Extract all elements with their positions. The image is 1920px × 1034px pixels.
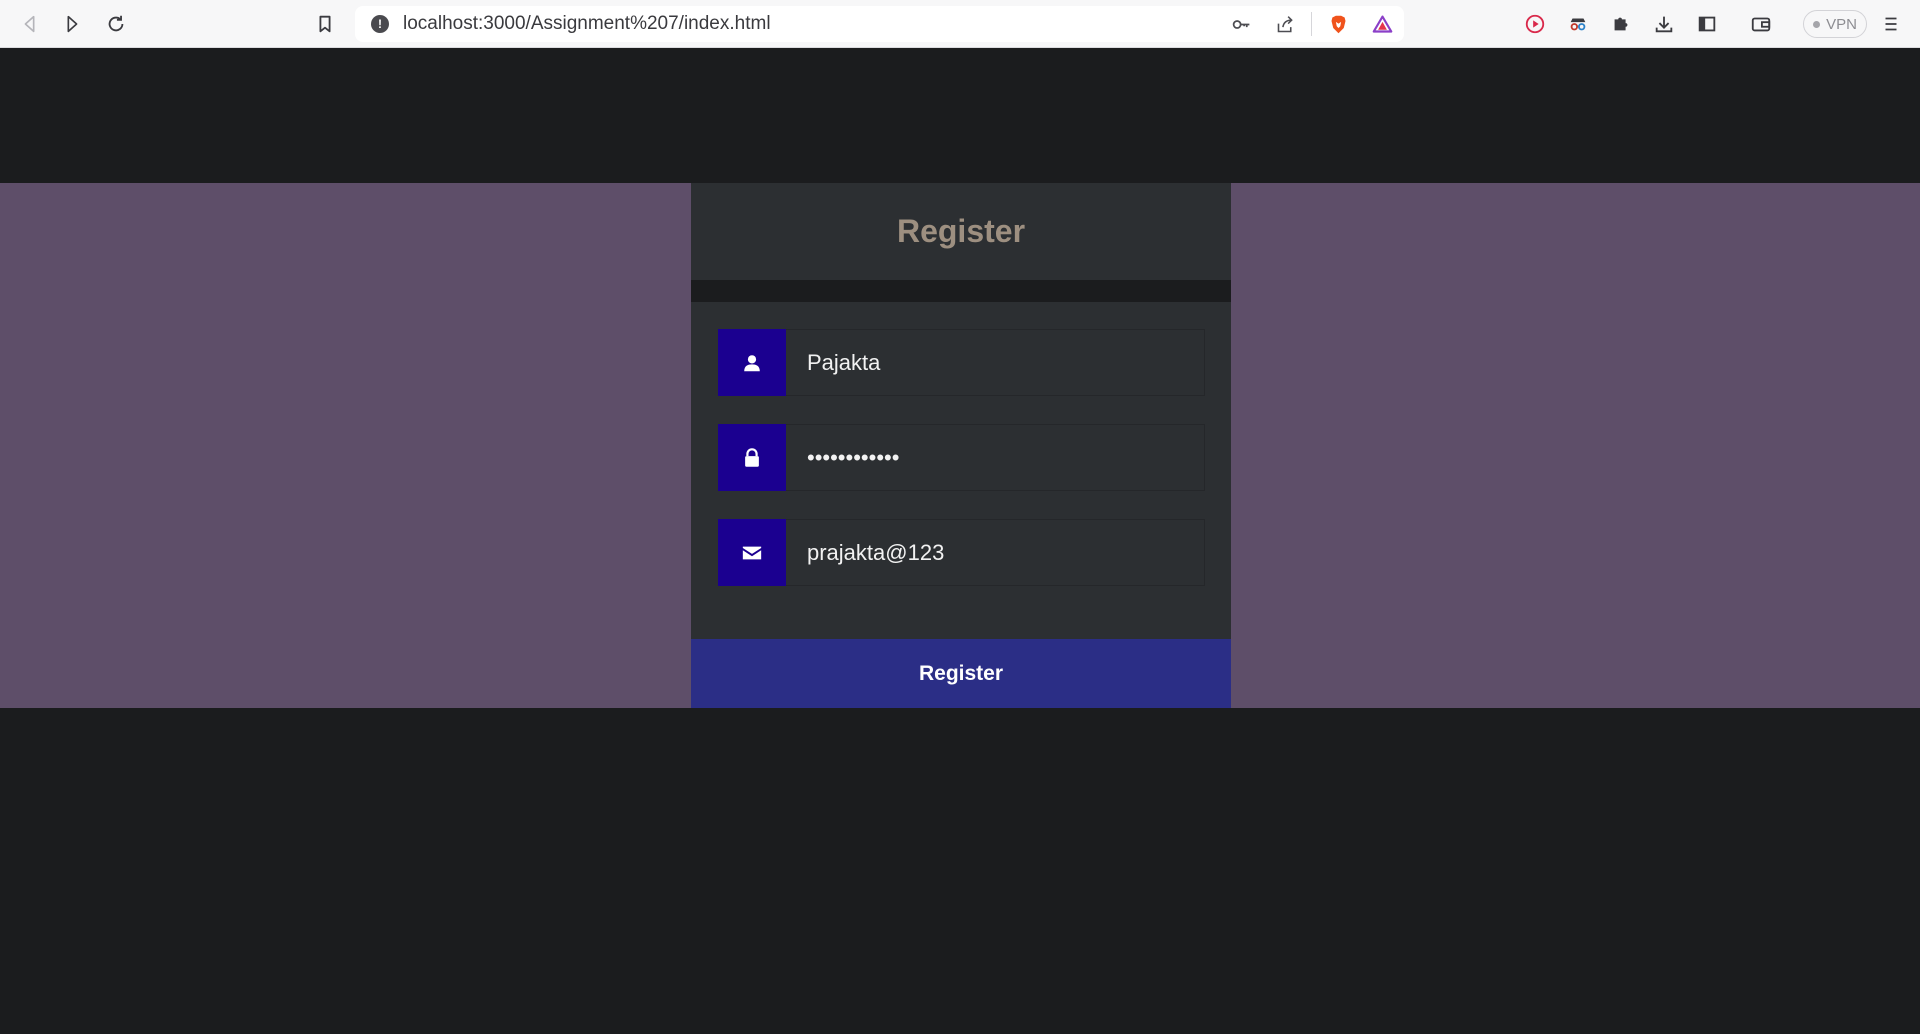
sidebar-button[interactable] (1691, 8, 1723, 40)
password-key-icon[interactable] (1219, 6, 1263, 42)
user-icon (718, 329, 786, 396)
header-divider (691, 280, 1231, 302)
form-title: Register (896, 213, 1026, 249)
downloads-button[interactable] (1648, 8, 1680, 40)
reload-button[interactable] (100, 8, 132, 40)
username-input[interactable]: Pajakta (786, 329, 1205, 396)
password-input[interactable]: •••••••••••• (786, 424, 1205, 491)
email-input[interactable]: prajakta@123 (786, 519, 1205, 586)
play-circle-icon (1525, 14, 1545, 34)
separator (1311, 12, 1312, 36)
password-field: •••••••••••• (718, 424, 1205, 491)
vpn-status-dot (1813, 20, 1821, 28)
url-text[interactable]: localhost:3000/Assignment%207/index.html (403, 13, 771, 35)
browser-toolbar: ! localhost:3000/Assignment%207/index.ht… (0, 0, 1920, 48)
menu-button[interactable] (1875, 8, 1907, 40)
brave-rewards-icon[interactable] (1360, 6, 1404, 42)
lock-icon (718, 424, 786, 491)
wallet-button[interactable] (1745, 8, 1777, 40)
forward-arrow-icon (67, 15, 78, 33)
spy-extension-button[interactable] (1562, 8, 1594, 40)
brave-shields-icon[interactable] (1316, 6, 1360, 42)
media-play-extension-button[interactable] (1519, 8, 1551, 40)
back-arrow-icon (24, 15, 35, 33)
vpn-label: VPN (1826, 15, 1857, 33)
username-field: Pajakta (718, 329, 1205, 396)
extensions-button[interactable] (1605, 8, 1637, 40)
address-bar-actions (1219, 6, 1404, 42)
address-bar[interactable]: ! localhost:3000/Assignment%207/index.ht… (355, 6, 1404, 42)
envelope-icon (718, 519, 786, 586)
forward-button[interactable] (56, 8, 88, 40)
email-field: prajakta@123 (718, 519, 1205, 586)
site-info-icon[interactable]: ! (371, 15, 389, 33)
reload-icon (108, 15, 124, 32)
vpn-button[interactable]: VPN (1803, 10, 1867, 38)
share-icon[interactable] (1263, 6, 1307, 42)
bookmark-button[interactable] (309, 8, 341, 40)
hamburger-menu-icon (1885, 17, 1897, 31)
incognito-glasses-icon (1570, 18, 1586, 31)
register-card: Register Pajakta •••••••••••• prajakta@1… (691, 183, 1231, 708)
puzzle-icon (1614, 17, 1628, 31)
download-icon (1655, 16, 1673, 33)
wallet-icon (1751, 17, 1771, 32)
register-button[interactable]: Register (691, 639, 1231, 708)
bookmark-icon (319, 15, 331, 33)
sidebar-icon (1698, 16, 1716, 32)
back-button[interactable] (14, 8, 46, 40)
